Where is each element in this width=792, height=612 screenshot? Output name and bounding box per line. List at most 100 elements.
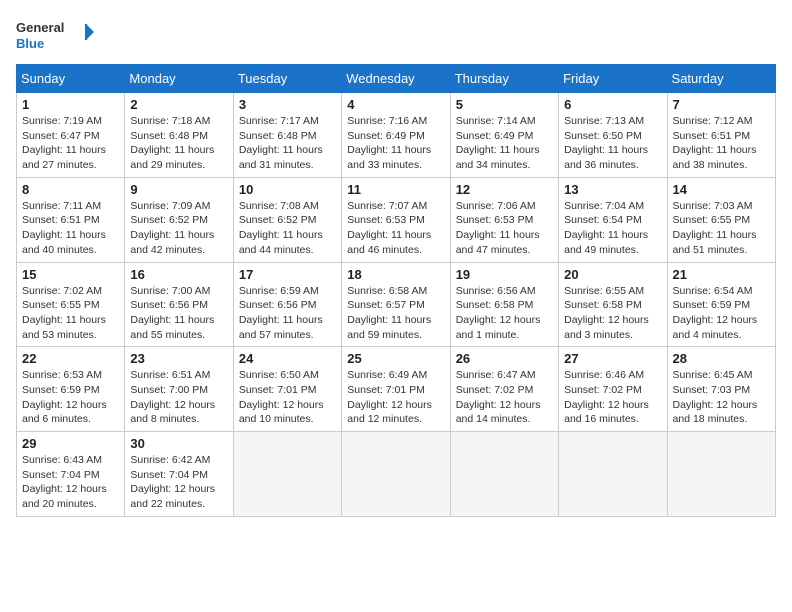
day-info-line: and 42 minutes.	[130, 243, 227, 258]
day-info-line: Sunrise: 7:03 AM	[673, 199, 770, 214]
day-info-line: Sunrise: 6:45 AM	[673, 368, 770, 383]
day-info-line: Sunset: 6:59 PM	[673, 298, 770, 313]
day-info-line: Sunset: 7:03 PM	[673, 383, 770, 398]
day-info-line: Sunrise: 6:58 AM	[347, 284, 444, 299]
day-info-line: Sunset: 6:58 PM	[456, 298, 553, 313]
day-of-week-header: Friday	[559, 65, 667, 93]
svg-text:Blue: Blue	[16, 36, 44, 51]
day-info-line: Daylight: 11 hours	[22, 313, 119, 328]
calendar-cell: 15Sunrise: 7:02 AMSunset: 6:55 PMDayligh…	[17, 262, 125, 347]
day-of-week-header: Thursday	[450, 65, 558, 93]
calendar-cell: 20Sunrise: 6:55 AMSunset: 6:58 PMDayligh…	[559, 262, 667, 347]
day-info-line: Sunset: 6:53 PM	[456, 213, 553, 228]
day-info-line: Daylight: 11 hours	[130, 228, 227, 243]
day-info-line: and 8 minutes.	[130, 412, 227, 427]
day-number: 30	[130, 436, 227, 451]
calendar-cell: 30Sunrise: 6:42 AMSunset: 7:04 PMDayligh…	[125, 432, 233, 517]
calendar-cell: 18Sunrise: 6:58 AMSunset: 6:57 PMDayligh…	[342, 262, 450, 347]
day-info-line: Sunset: 7:01 PM	[347, 383, 444, 398]
day-info-line: Sunset: 6:56 PM	[239, 298, 336, 313]
calendar-cell: 21Sunrise: 6:54 AMSunset: 6:59 PMDayligh…	[667, 262, 775, 347]
calendar-cell: 7Sunrise: 7:12 AMSunset: 6:51 PMDaylight…	[667, 93, 775, 178]
day-info-line: and 31 minutes.	[239, 158, 336, 173]
calendar-cell	[342, 432, 450, 517]
day-info-line: Sunrise: 7:07 AM	[347, 199, 444, 214]
day-info-line: and 53 minutes.	[22, 328, 119, 343]
day-number: 17	[239, 267, 336, 282]
day-info-line: Sunset: 6:52 PM	[239, 213, 336, 228]
day-info-line: Sunset: 7:02 PM	[456, 383, 553, 398]
day-number: 3	[239, 97, 336, 112]
day-info-line: and 20 minutes.	[22, 497, 119, 512]
day-info-line: and 51 minutes.	[673, 243, 770, 258]
day-info-line: Daylight: 11 hours	[22, 143, 119, 158]
calendar-cell: 17Sunrise: 6:59 AMSunset: 6:56 PMDayligh…	[233, 262, 341, 347]
day-of-week-header: Saturday	[667, 65, 775, 93]
day-info-line: Daylight: 12 hours	[239, 398, 336, 413]
day-of-week-header: Wednesday	[342, 65, 450, 93]
day-info-line: and 27 minutes.	[22, 158, 119, 173]
calendar-cell: 3Sunrise: 7:17 AMSunset: 6:48 PMDaylight…	[233, 93, 341, 178]
calendar-cell: 11Sunrise: 7:07 AMSunset: 6:53 PMDayligh…	[342, 177, 450, 262]
page-header: General Blue	[16, 16, 776, 56]
day-info-line: Sunset: 6:52 PM	[130, 213, 227, 228]
day-info-line: Sunset: 6:51 PM	[22, 213, 119, 228]
calendar-cell: 16Sunrise: 7:00 AMSunset: 6:56 PMDayligh…	[125, 262, 233, 347]
day-number: 24	[239, 351, 336, 366]
day-info-line: Daylight: 11 hours	[564, 143, 661, 158]
calendar-week-row: 15Sunrise: 7:02 AMSunset: 6:55 PMDayligh…	[17, 262, 776, 347]
day-info-line: Sunset: 7:02 PM	[564, 383, 661, 398]
day-info-line: Sunset: 6:50 PM	[564, 129, 661, 144]
day-number: 4	[347, 97, 444, 112]
day-info-line: Sunset: 6:56 PM	[130, 298, 227, 313]
day-info-line: and 44 minutes.	[239, 243, 336, 258]
day-info-line: Sunrise: 7:06 AM	[456, 199, 553, 214]
day-info-line: Sunrise: 7:00 AM	[130, 284, 227, 299]
day-info-line: and 33 minutes.	[347, 158, 444, 173]
day-info-line: Sunrise: 7:19 AM	[22, 114, 119, 129]
calendar-cell: 19Sunrise: 6:56 AMSunset: 6:58 PMDayligh…	[450, 262, 558, 347]
day-info-line: Daylight: 11 hours	[673, 228, 770, 243]
day-info-line: Daylight: 12 hours	[130, 482, 227, 497]
day-info-line: Daylight: 12 hours	[673, 313, 770, 328]
day-of-week-header: Sunday	[17, 65, 125, 93]
calendar-cell	[233, 432, 341, 517]
calendar-week-row: 29Sunrise: 6:43 AMSunset: 7:04 PMDayligh…	[17, 432, 776, 517]
day-info-line: Daylight: 11 hours	[347, 143, 444, 158]
day-info-line: Daylight: 11 hours	[22, 228, 119, 243]
day-number: 21	[673, 267, 770, 282]
day-info-line: Daylight: 11 hours	[347, 313, 444, 328]
day-info-line: Sunrise: 7:16 AM	[347, 114, 444, 129]
calendar-cell: 6Sunrise: 7:13 AMSunset: 6:50 PMDaylight…	[559, 93, 667, 178]
day-info-line: Sunset: 7:04 PM	[130, 468, 227, 483]
day-info-line: Daylight: 11 hours	[239, 313, 336, 328]
day-info-line: and 14 minutes.	[456, 412, 553, 427]
day-info-line: Sunset: 6:55 PM	[22, 298, 119, 313]
day-number: 23	[130, 351, 227, 366]
day-info-line: Daylight: 11 hours	[456, 228, 553, 243]
day-info-line: Sunrise: 6:56 AM	[456, 284, 553, 299]
calendar-cell: 1Sunrise: 7:19 AMSunset: 6:47 PMDaylight…	[17, 93, 125, 178]
day-number: 28	[673, 351, 770, 366]
day-info-line: Sunrise: 7:14 AM	[456, 114, 553, 129]
day-info-line: Sunset: 6:55 PM	[673, 213, 770, 228]
day-number: 6	[564, 97, 661, 112]
day-info-line: Sunset: 6:49 PM	[456, 129, 553, 144]
day-info-line: and 38 minutes.	[673, 158, 770, 173]
day-info-line: Sunrise: 7:02 AM	[22, 284, 119, 299]
day-info-line: Daylight: 11 hours	[456, 143, 553, 158]
calendar-week-row: 8Sunrise: 7:11 AMSunset: 6:51 PMDaylight…	[17, 177, 776, 262]
day-info-line: Sunset: 7:00 PM	[130, 383, 227, 398]
day-info-line: Daylight: 11 hours	[347, 228, 444, 243]
day-number: 16	[130, 267, 227, 282]
day-info-line: Sunset: 6:47 PM	[22, 129, 119, 144]
calendar-cell: 14Sunrise: 7:03 AMSunset: 6:55 PMDayligh…	[667, 177, 775, 262]
day-number: 26	[456, 351, 553, 366]
day-info-line: Sunrise: 6:49 AM	[347, 368, 444, 383]
day-info-line: Daylight: 12 hours	[456, 398, 553, 413]
calendar-cell	[450, 432, 558, 517]
calendar-cell: 22Sunrise: 6:53 AMSunset: 6:59 PMDayligh…	[17, 347, 125, 432]
day-info-line: Sunset: 6:48 PM	[239, 129, 336, 144]
day-info-line: Sunset: 7:04 PM	[22, 468, 119, 483]
day-info-line: and 18 minutes.	[673, 412, 770, 427]
